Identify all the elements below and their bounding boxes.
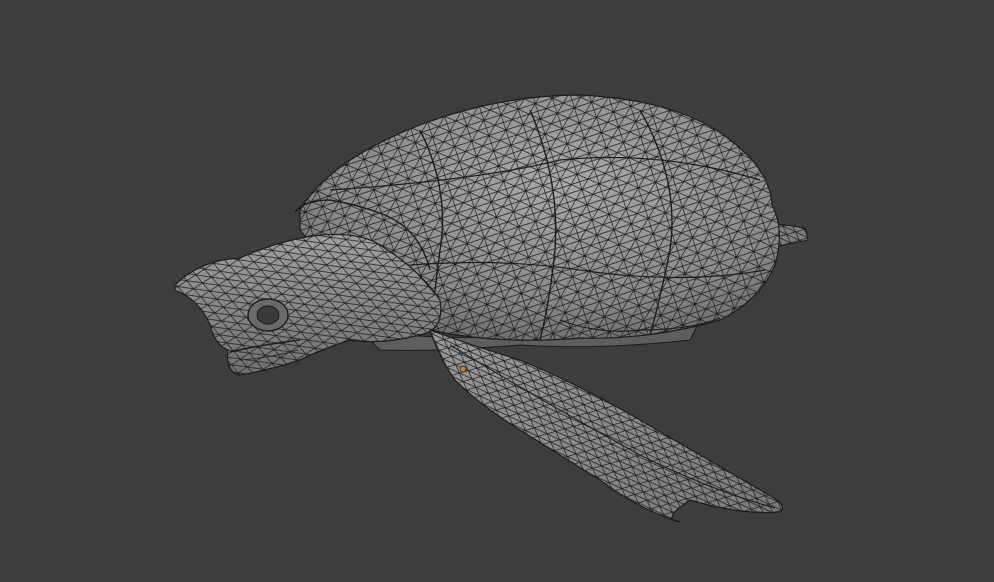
3d-viewport[interactable] — [0, 0, 994, 582]
eye — [256, 305, 280, 325]
front-flipper — [429, 329, 784, 523]
viewport-canvas — [174, 94, 809, 523]
sea-turtle-model[interactable] — [174, 94, 809, 523]
object-origin-marker[interactable] — [459, 365, 467, 373]
